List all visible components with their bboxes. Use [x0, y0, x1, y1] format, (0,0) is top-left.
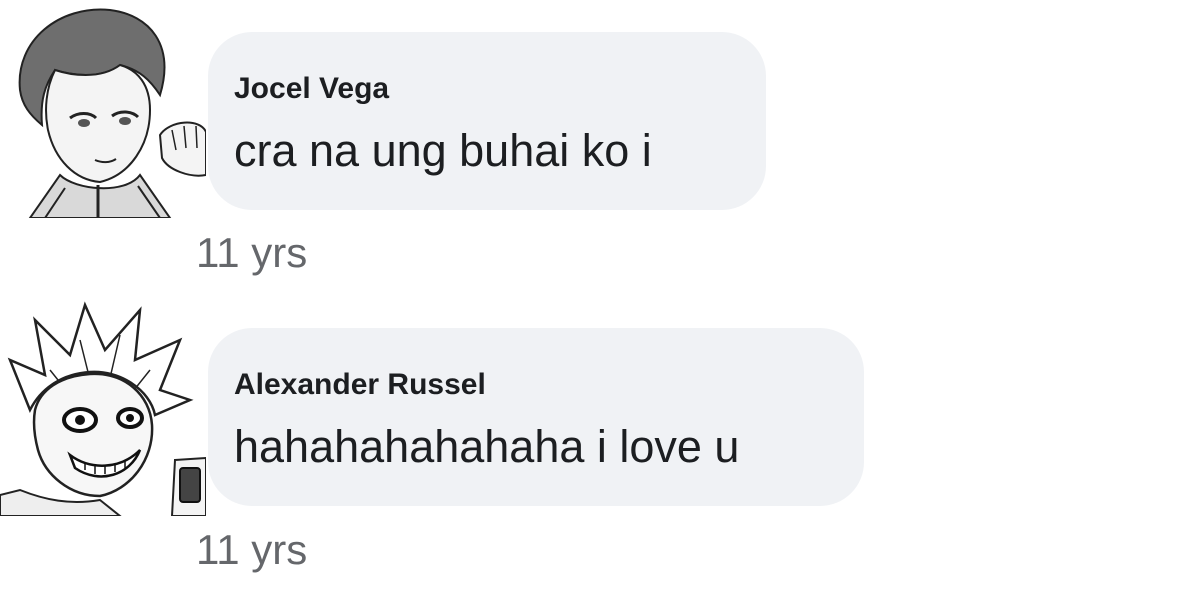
comment-text: cra na ung buhai ko i — [234, 125, 652, 176]
comment-author[interactable]: Jocel Vega — [234, 72, 389, 106]
comment-timestamp[interactable]: 11 yrs — [196, 526, 307, 574]
avatar[interactable] — [0, 0, 206, 218]
comment-text: hahahahahahaha i love u — [234, 421, 740, 472]
comment-bubble: Alexander Russel hahahahahahaha i love u — [208, 328, 864, 506]
avatar[interactable] — [0, 300, 206, 516]
manga-character-avatar-icon — [0, 301, 206, 516]
comment-bubble: Jocel Vega cra na ung buhai ko i — [208, 32, 766, 210]
comment-item: Jocel Vega cra na ung buhai ko i 11 yrs — [0, 0, 1200, 300]
manga-character-avatar-icon — [18, 8, 206, 218]
comment-timestamp[interactable]: 11 yrs — [196, 229, 307, 277]
comment-item: Alexander Russel hahahahahahaha i love u… — [0, 300, 1200, 602]
comment-author[interactable]: Alexander Russel — [234, 368, 486, 402]
